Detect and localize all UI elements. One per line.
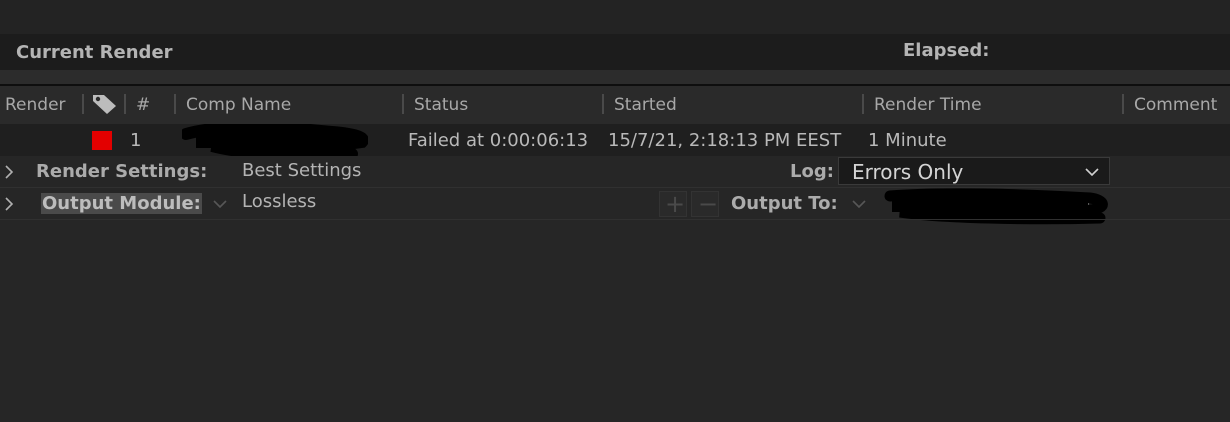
redaction-scribble bbox=[884, 188, 1108, 225]
column-header-number[interactable]: # bbox=[136, 95, 150, 115]
label-color-swatch[interactable] bbox=[92, 131, 112, 150]
render-settings-label[interactable]: Render Settings: bbox=[36, 161, 207, 182]
column-separator[interactable] bbox=[174, 94, 176, 114]
column-separator[interactable] bbox=[602, 94, 604, 114]
label-tag-icon[interactable] bbox=[92, 93, 118, 115]
remove-output-module-button[interactable]: − bbox=[691, 190, 719, 218]
item-number: 1 bbox=[130, 130, 142, 151]
item-render-time: 1 Minute bbox=[868, 130, 947, 151]
column-header-render[interactable]: Render bbox=[5, 95, 66, 115]
log-dropdown-value: Errors Only bbox=[852, 160, 964, 184]
column-header-started[interactable]: Started bbox=[614, 95, 677, 115]
render-settings-value[interactable]: Best Settings bbox=[242, 160, 361, 181]
panel-top-strip bbox=[0, 0, 1230, 34]
output-module-value[interactable]: Lossless bbox=[242, 191, 316, 212]
column-separator[interactable] bbox=[402, 94, 404, 114]
column-header-status[interactable]: Status bbox=[414, 95, 468, 115]
row-divider bbox=[0, 219, 1230, 220]
elapsed-label: Elapsed: bbox=[903, 40, 990, 61]
column-header-render-time[interactable]: Render Time bbox=[874, 95, 982, 115]
current-render-bar bbox=[0, 34, 1230, 70]
minus-icon: − bbox=[698, 190, 719, 218]
plus-icon: + bbox=[665, 190, 686, 218]
item-status: Failed at 0:00:06:13 bbox=[408, 130, 589, 151]
redaction-scribble bbox=[182, 124, 368, 160]
column-header-comment[interactable]: Comment bbox=[1134, 95, 1217, 115]
column-header-comp-name[interactable]: Comp Name bbox=[186, 95, 291, 115]
chevron-down-icon[interactable] bbox=[213, 200, 227, 208]
item-started: 15/7/21, 2:18:13 PM EEST bbox=[608, 130, 842, 151]
column-separator[interactable] bbox=[82, 94, 84, 114]
log-dropdown[interactable]: Errors Only bbox=[838, 157, 1110, 185]
chevron-right-icon[interactable] bbox=[4, 165, 14, 179]
output-module-label[interactable]: Output Module: bbox=[41, 193, 202, 214]
chevron-down-icon[interactable] bbox=[852, 200, 866, 208]
log-label: Log: bbox=[790, 161, 834, 182]
output-to-label: Output To: bbox=[731, 193, 838, 214]
render-queue-item-row[interactable]: 1 op Failed at 0:00:06:13 15/7/21, 2:18:… bbox=[0, 124, 1230, 160]
chevron-right-icon[interactable] bbox=[4, 197, 14, 211]
chevron-down-icon bbox=[1085, 168, 1099, 176]
current-render-title: Current Render bbox=[16, 42, 173, 63]
panel-divider-strip bbox=[0, 70, 1230, 84]
column-separator[interactable] bbox=[1122, 94, 1124, 114]
column-separator[interactable] bbox=[124, 94, 126, 114]
column-separator[interactable] bbox=[862, 94, 864, 114]
add-output-module-button[interactable]: + bbox=[659, 190, 687, 218]
column-header-row: Render # Comp Name Status Started Render… bbox=[0, 86, 1230, 124]
